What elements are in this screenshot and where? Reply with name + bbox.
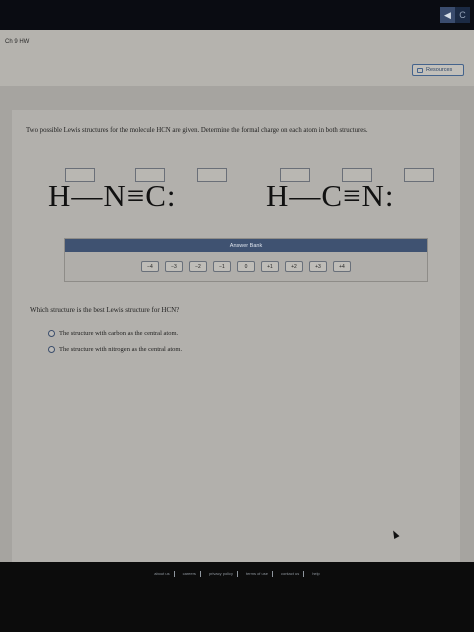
chip-minus-3[interactable]: −3	[165, 261, 183, 272]
chip-minus-4[interactable]: −4	[141, 261, 159, 272]
answer-bank-title: Answer Bank	[65, 239, 427, 252]
chip-zero[interactable]: 0	[237, 261, 255, 272]
footer-link-about[interactable]: about us	[150, 571, 175, 577]
radio-circle-icon[interactable]	[48, 330, 55, 337]
back-arrow-icon[interactable]: ◀	[440, 7, 455, 23]
option-nitrogen-central[interactable]: The structure with nitrogen as the centr…	[48, 346, 182, 353]
assignment-title: Ch 9 HW	[5, 39, 30, 45]
drop-box-s2-n[interactable]	[404, 168, 434, 182]
footer-link-contact[interactable]: contact us	[277, 571, 305, 577]
content-area: Two possible Lewis structures for the mo…	[0, 86, 474, 562]
question2-prompt: Which structure is the best Lewis struct…	[30, 306, 180, 314]
chip-minus-1[interactable]: −1	[213, 261, 231, 272]
option-carbon-central[interactable]: The structure with carbon as the central…	[48, 330, 178, 337]
footer-link-careers[interactable]: careers	[179, 571, 201, 577]
question-prompt: Two possible Lewis structures for the mo…	[26, 127, 368, 134]
chip-plus-2[interactable]: +2	[285, 261, 303, 272]
assignment-header: Ch 9 HW Resources	[0, 30, 474, 86]
chip-minus-2[interactable]: −2	[189, 261, 207, 272]
forward-icon[interactable]: C	[455, 7, 470, 23]
answer-chips: −4 −3 −2 −1 0 +1 +2 +3 +4	[65, 261, 427, 272]
option-label: The structure with carbon as the central…	[59, 330, 179, 337]
radio-circle-icon[interactable]	[48, 346, 55, 353]
option-label: The structure with nitrogen as the centr…	[59, 346, 183, 353]
chip-plus-4[interactable]: +4	[333, 261, 351, 272]
lewis-structure-1: H—N≡C:	[48, 178, 177, 213]
chip-plus-1[interactable]: +1	[261, 261, 279, 272]
nav-buttons: ◀ C	[440, 7, 470, 23]
page-footer: about us careers privacy policy terms of…	[0, 562, 474, 632]
footer-link-terms[interactable]: terms of use	[242, 571, 273, 577]
resources-icon	[417, 67, 423, 73]
resources-label: Resources	[426, 67, 453, 73]
drop-box-s1-c[interactable]	[197, 168, 227, 182]
lewis-structure-2: H—C≡N:	[266, 178, 395, 213]
footer-links: about us careers privacy policy terms of…	[0, 571, 474, 577]
resources-button[interactable]: Resources	[412, 64, 464, 76]
question-card: Two possible Lewis structures for the mo…	[12, 110, 460, 562]
footer-link-privacy[interactable]: privacy policy	[205, 571, 238, 577]
footer-link-help[interactable]: help	[308, 571, 324, 577]
answer-bank: Answer Bank −4 −3 −2 −1 0 +1 +2 +3 +4	[64, 238, 428, 282]
browser-top-bar: ◀ C	[0, 0, 474, 30]
chip-plus-3[interactable]: +3	[309, 261, 327, 272]
